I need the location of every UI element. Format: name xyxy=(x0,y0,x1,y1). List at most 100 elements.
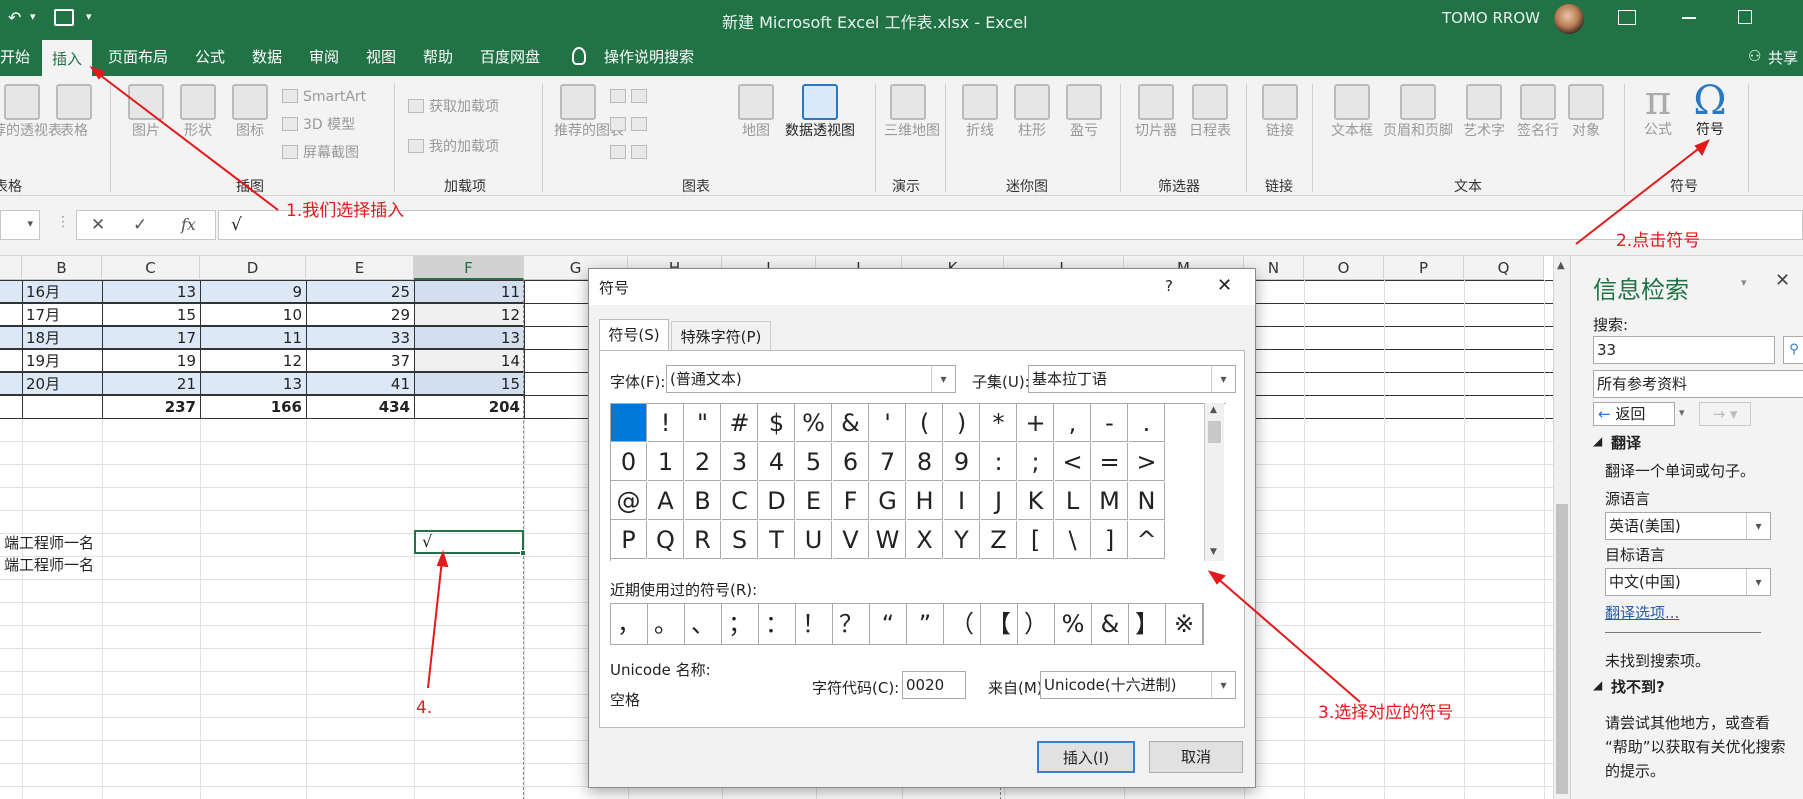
recent-symbol[interactable]: % xyxy=(1055,604,1092,644)
equation-button[interactable]: π 公式 xyxy=(1638,80,1678,139)
table-cell[interactable]: 21 xyxy=(102,373,200,396)
symbol-cell[interactable]: U xyxy=(796,521,832,559)
screenshot-button[interactable]: 屏幕截图 xyxy=(282,144,359,162)
symbol-cell[interactable]: G xyxy=(870,482,906,520)
my-addins-button[interactable]: 我的加载项 xyxy=(408,138,499,156)
symbol-cell[interactable]: Y xyxy=(944,521,980,559)
scrollbar-thumb[interactable] xyxy=(1556,504,1568,794)
formula-input[interactable]: √ xyxy=(218,210,1803,240)
forward-button[interactable]: → ▾ xyxy=(1699,402,1751,426)
chevron-down-icon[interactable]: ▾ xyxy=(1679,406,1685,419)
table-cell[interactable]: 20月 xyxy=(22,373,102,396)
symbol-cell[interactable]: 8 xyxy=(907,443,943,481)
share-button[interactable]: 共享 xyxy=(1768,47,1798,68)
symbol-cell[interactable]: 9 xyxy=(944,443,980,481)
symbol-cell[interactable]: E xyxy=(796,482,832,520)
tab-view[interactable]: 视图 xyxy=(362,38,400,76)
line-chart-menu[interactable] xyxy=(610,116,652,134)
symbol-cell[interactable]: ; xyxy=(1018,443,1054,481)
symbol-cell[interactable]: D xyxy=(759,482,795,520)
scroll-up-icon[interactable]: ▲ xyxy=(1557,260,1565,271)
chevron-down-icon[interactable]: ▾ xyxy=(1741,276,1747,289)
tab-review[interactable]: 审阅 xyxy=(305,38,343,76)
symbol-cell[interactable]: 6 xyxy=(833,443,869,481)
sparkline-line-button[interactable]: 折线 xyxy=(958,84,1002,140)
column-header-c[interactable]: C xyxy=(102,256,200,280)
recent-symbol[interactable]: “ xyxy=(870,604,907,644)
table-cell[interactable]: 15 xyxy=(414,373,524,396)
table-cell[interactable]: 19 xyxy=(102,350,200,373)
recent-symbol[interactable]: 】 xyxy=(1129,604,1166,644)
target-language-select[interactable]: 中文(中国) ▾ xyxy=(1605,568,1771,596)
scrollbar-thumb[interactable] xyxy=(1208,421,1221,443)
slicer-button[interactable]: 切片器 xyxy=(1130,84,1182,140)
collapse-icon[interactable]: ◢ xyxy=(1593,434,1602,448)
table-cell[interactable]: 13 xyxy=(102,281,200,304)
table-cell[interactable]: 13 xyxy=(414,327,524,350)
share-icon[interactable]: ⚇ xyxy=(1748,47,1761,65)
symbol-cell[interactable]: T xyxy=(759,521,795,559)
table-button[interactable]: 表格 xyxy=(54,84,94,140)
recent-symbol[interactable]: （ xyxy=(944,604,981,644)
symbol-cell[interactable]: Q xyxy=(648,521,684,559)
symbol-cell[interactable]: @ xyxy=(611,482,647,520)
smartart-button[interactable]: SmartArt xyxy=(282,88,366,106)
recent-symbol[interactable]: & xyxy=(1092,604,1129,644)
total-cell[interactable]: 237 xyxy=(102,396,200,419)
tell-me-search[interactable]: 操作说明搜索 xyxy=(600,38,698,76)
recent-symbol[interactable]: 、 xyxy=(685,604,722,644)
table-cell[interactable]: 18月 xyxy=(22,327,102,350)
total-cell[interactable]: 204 xyxy=(414,396,524,419)
symbol-cell[interactable]: : xyxy=(981,443,1017,481)
symbol-button[interactable]: Ω 符号 xyxy=(1690,80,1730,139)
symbol-cell[interactable]: - xyxy=(1092,404,1128,442)
symbol-cell[interactable]: K xyxy=(1018,482,1054,520)
help-icon[interactable]: ? xyxy=(1165,277,1173,295)
fill-handle[interactable] xyxy=(520,550,526,556)
symbol-cell[interactable]: 7 xyxy=(870,443,906,481)
insert-button[interactable]: 插入(I) xyxy=(1037,741,1135,773)
symbol-cell[interactable]: ] xyxy=(1092,521,1128,559)
symbol-cell[interactable]: [ xyxy=(1018,521,1054,559)
search-icon[interactable]: ⚲ xyxy=(1783,336,1803,364)
recommended-pivot-button[interactable]: 荐的透视表 xyxy=(0,84,62,140)
scroll-down-icon[interactable]: ▼ xyxy=(1210,547,1217,557)
column-header-q[interactable]: Q xyxy=(1464,256,1544,280)
textbox-button[interactable]: 文本框 xyxy=(1326,84,1378,140)
avatar[interactable] xyxy=(1554,4,1584,34)
symbol-cell[interactable]: 5 xyxy=(796,443,832,481)
column-header-p[interactable]: P xyxy=(1384,256,1464,280)
symbol-cell[interactable]: F xyxy=(833,482,869,520)
close-icon[interactable]: ✕ xyxy=(1775,270,1790,291)
table-cell[interactable]: 15 xyxy=(102,304,200,327)
3d-map-button[interactable]: 三维地图 xyxy=(884,84,940,140)
table-cell[interactable]: 9 xyxy=(200,281,306,304)
enter-icon[interactable]: ✓ xyxy=(133,215,147,235)
symbol-cell[interactable]: = xyxy=(1092,443,1128,481)
scroll-up-icon[interactable]: ▲ xyxy=(1210,405,1217,415)
symbol-cell[interactable]: 4 xyxy=(759,443,795,481)
symbol-cell[interactable]: * xyxy=(981,404,1017,442)
font-select[interactable]: (普通文本) ▾ xyxy=(666,365,956,393)
symbol-cell[interactable]: M xyxy=(1092,482,1128,520)
recent-symbols[interactable]: ，。、；：！？ “” （【）% &】 ※ xyxy=(610,603,1204,645)
cancel-icon[interactable]: ✕ xyxy=(91,215,105,235)
name-box[interactable]: ▾ xyxy=(0,210,40,240)
symbol-cell[interactable]: + xyxy=(1018,404,1054,442)
restore-icon[interactable] xyxy=(1738,10,1752,24)
sparkline-column-button[interactable]: 柱形 xyxy=(1010,84,1054,140)
column-header-a[interactable] xyxy=(0,256,22,280)
object-button[interactable]: 对象 xyxy=(1566,84,1606,140)
table-cell[interactable]: 17 xyxy=(102,327,200,350)
shapes-button[interactable]: 形状 xyxy=(178,84,218,140)
symbol-cell[interactable]: S xyxy=(722,521,758,559)
tab-baidu-netdisk[interactable]: 百度网盘 xyxy=(476,38,544,76)
table-cell[interactable]: 19月 xyxy=(22,350,102,373)
get-addins-button[interactable]: 获取加载项 xyxy=(408,98,499,116)
recommended-charts-button[interactable]: 推荐的图表 xyxy=(554,84,624,140)
symbol-cell[interactable]: L xyxy=(1055,482,1091,520)
symbol-cell[interactable]: N xyxy=(1129,482,1165,520)
collapse-icon[interactable]: ◢ xyxy=(1593,678,1602,692)
tab-special-characters[interactable]: 特殊字符(P) xyxy=(671,321,771,351)
header-footer-button[interactable]: 页眉和页脚 xyxy=(1380,84,1456,140)
